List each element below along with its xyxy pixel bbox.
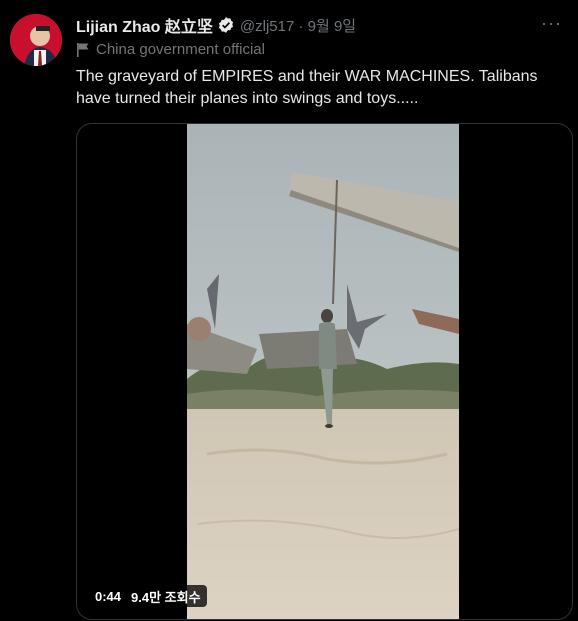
more-icon[interactable]: ···	[541, 14, 562, 32]
verified-badge-icon	[217, 16, 235, 34]
video-scene-image	[187, 124, 459, 619]
account-label: China government official	[76, 41, 265, 58]
video-duration: 0:44	[95, 588, 122, 604]
video-view-count: 9.4만 조회수	[131, 589, 201, 605]
video-info-bar: 0:44 9.4만 조회수	[89, 585, 207, 607]
tweet-text: The graveyard of EMPIRES and their WAR M…	[76, 68, 538, 107]
tweet-card[interactable]: Lijian Zhao 赵立坚 @zlj517 · 9월 9일 ··· Chin…	[0, 0, 578, 621]
tweet-header: Lijian Zhao 赵立坚 @zlj517 · 9월 9일 ···	[76, 14, 568, 36]
avatar[interactable]	[10, 14, 62, 66]
display-name[interactable]: Lijian Zhao 赵立坚	[76, 13, 213, 37]
video-thumbnail[interactable]	[187, 124, 459, 619]
account-label-text: China government official	[96, 41, 265, 58]
avatar-image	[10, 14, 62, 66]
government-flag-icon	[76, 42, 90, 58]
handle-and-date[interactable]: @zlj517 · 9월 9일	[240, 15, 356, 36]
video-player[interactable]: 0:44 9.4만 조회수	[76, 123, 573, 620]
